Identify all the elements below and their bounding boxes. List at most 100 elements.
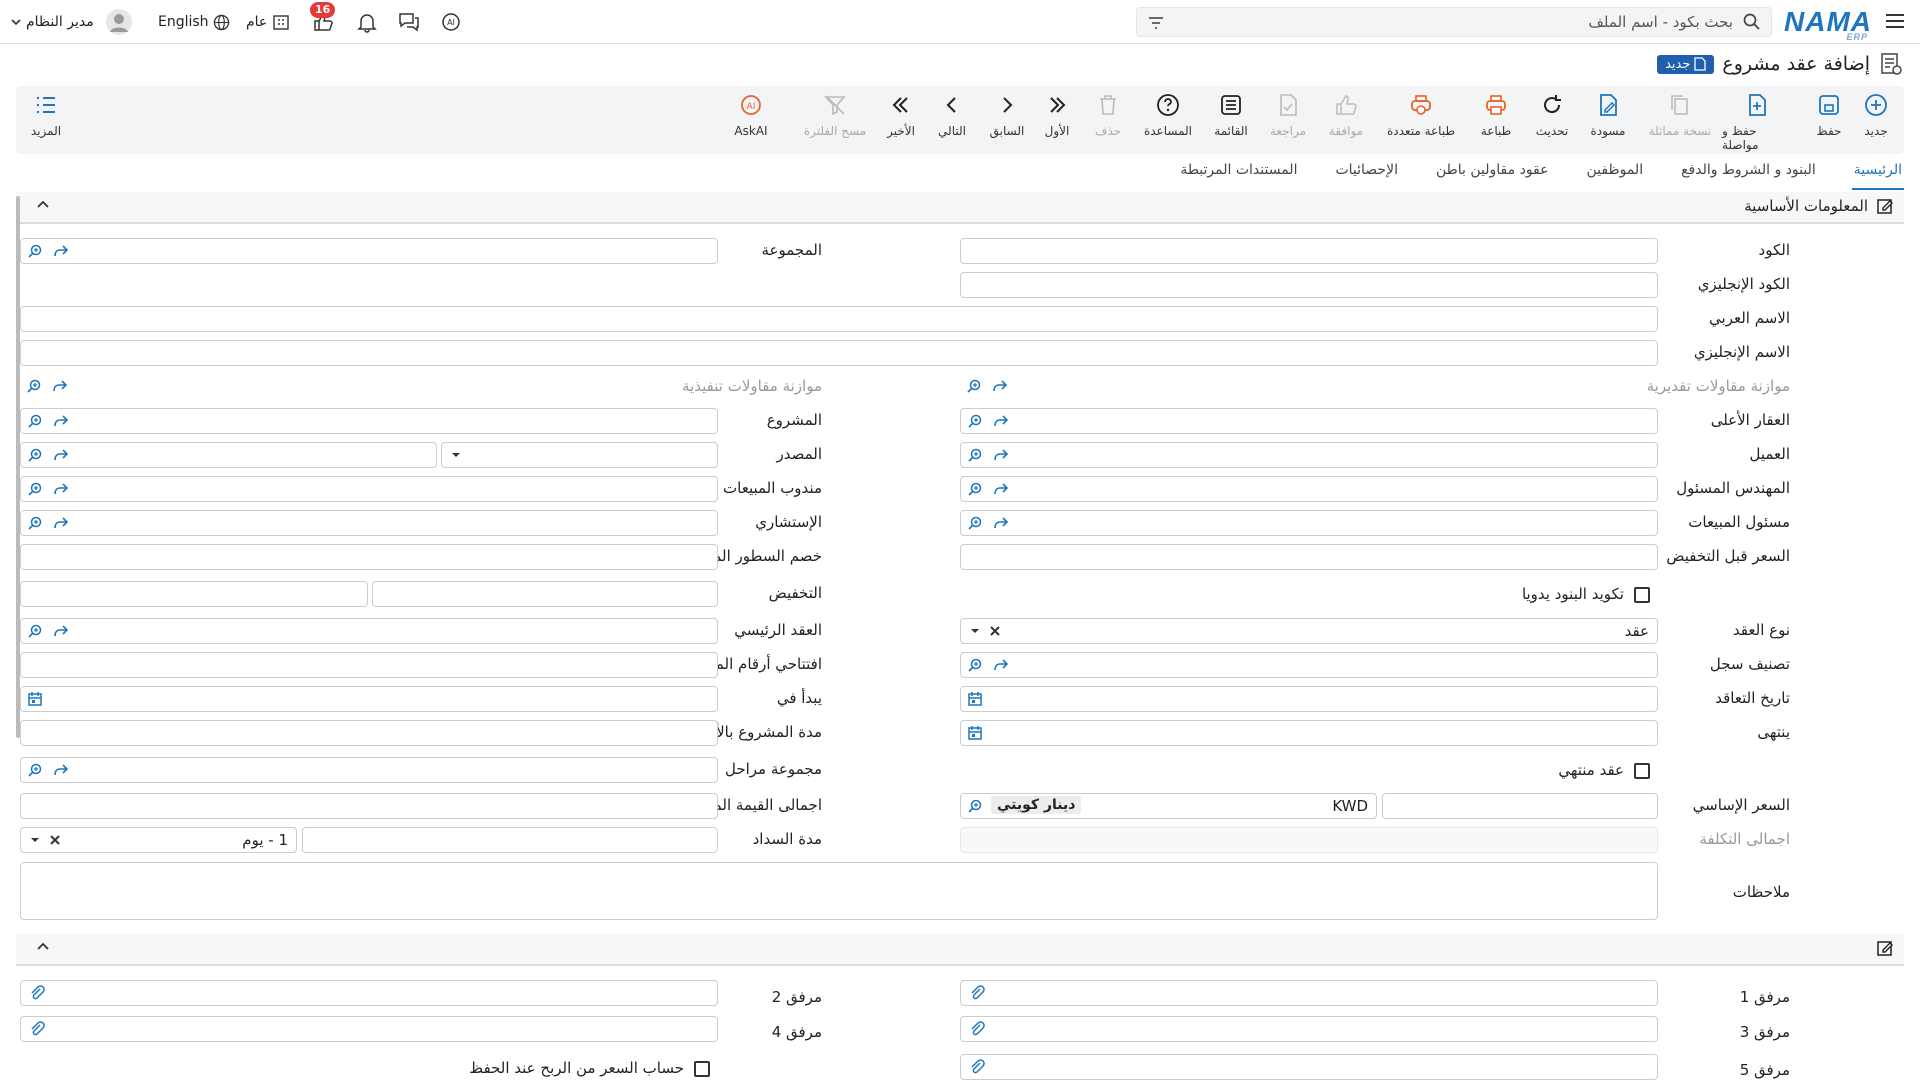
open-link-icon[interactable]: [992, 378, 1008, 394]
estimated-budget-input[interactable]: [960, 374, 1658, 400]
clear-icon[interactable]: [987, 623, 1003, 639]
group-input[interactable]: [20, 238, 718, 264]
calc-price-checkbox[interactable]: [694, 1061, 710, 1077]
consultant-input[interactable]: [20, 510, 718, 536]
source-select[interactable]: [441, 442, 718, 468]
lookup-icon[interactable]: [27, 762, 43, 778]
duplicate-button[interactable]: نسخة مماثلة: [1645, 92, 1715, 138]
askai-button[interactable]: AI AskAI: [716, 92, 786, 138]
calendar-icon[interactable]: [967, 691, 983, 707]
tab-main[interactable]: الرئيسية: [1851, 158, 1905, 190]
open-link-icon[interactable]: [993, 515, 1009, 531]
notifications-button[interactable]: [356, 10, 378, 34]
duration-days-input[interactable]: [20, 720, 718, 746]
open-link-icon[interactable]: [53, 481, 69, 497]
lookup-icon[interactable]: [967, 798, 983, 814]
lookup-icon[interactable]: [967, 447, 983, 463]
open-link-icon[interactable]: [53, 762, 69, 778]
paperclip-icon[interactable]: [969, 985, 985, 1001]
paperclip-icon[interactable]: [969, 1059, 985, 1075]
messages-button[interactable]: [398, 10, 420, 34]
tab-subcontracts[interactable]: عقود مقاولين باطن: [1434, 158, 1551, 188]
notes-textarea[interactable]: [20, 862, 1658, 920]
attachment-2-input[interactable]: [20, 980, 718, 1006]
code-input[interactable]: [960, 238, 1658, 264]
lookup-icon[interactable]: [26, 378, 42, 394]
open-link-icon[interactable]: [53, 243, 69, 259]
paperclip-icon[interactable]: [29, 1021, 45, 1037]
attachment-5-input[interactable]: [960, 1054, 1658, 1080]
print-button[interactable]: طباعة: [1461, 92, 1531, 138]
global-search[interactable]: بحث بكود - اسم الملف: [1136, 7, 1772, 37]
discount-value-input[interactable]: [20, 581, 368, 607]
open-link-icon[interactable]: [52, 378, 68, 394]
project-input[interactable]: [20, 408, 718, 434]
company-switch[interactable]: عام: [246, 10, 291, 34]
open-link-icon[interactable]: [53, 515, 69, 531]
lookup-icon[interactable]: [27, 243, 43, 259]
open-link-icon[interactable]: [53, 623, 69, 639]
price-before-discount-input[interactable]: [960, 544, 1658, 570]
tab-related-docs[interactable]: المستندات المرتبطة: [1178, 158, 1299, 188]
main-contract-input[interactable]: [20, 618, 718, 644]
english-code-input[interactable]: [960, 272, 1658, 298]
lookup-icon[interactable]: [27, 623, 43, 639]
attachment-1-input[interactable]: [960, 980, 1658, 1006]
unified-discount-input[interactable]: [20, 544, 718, 570]
exec-budget-input[interactable]: [20, 374, 718, 400]
tab-statistics[interactable]: الإحصائيات: [1333, 158, 1400, 188]
sales-rep-input[interactable]: [20, 476, 718, 502]
lookup-icon[interactable]: [27, 447, 43, 463]
lookup-icon[interactable]: [966, 378, 982, 394]
payment-period-select[interactable]: 1 - يوم: [20, 827, 297, 853]
record-class-input[interactable]: [960, 652, 1658, 678]
open-link-icon[interactable]: [53, 447, 69, 463]
currency-select[interactable]: KWD دينار كويتي: [960, 793, 1377, 819]
discount-percent-input[interactable]: [372, 581, 718, 607]
lookup-icon[interactable]: [967, 413, 983, 429]
paperclip-icon[interactable]: [969, 1021, 985, 1037]
open-link-icon[interactable]: [993, 481, 1009, 497]
clear-filter-button[interactable]: مسح الفلترة: [800, 92, 870, 138]
nama-logo[interactable]: NAMA ERP: [1784, 6, 1872, 42]
approvals-button[interactable]: 16: [310, 2, 336, 34]
lookup-icon[interactable]: [967, 481, 983, 497]
sales-officer-input[interactable]: [960, 510, 1658, 536]
multi-print-button[interactable]: طباعة متعددة: [1386, 92, 1456, 138]
dropdown-caret-icon[interactable]: [448, 447, 464, 463]
paperclip-icon[interactable]: [29, 985, 45, 1001]
open-link-icon[interactable]: [993, 413, 1009, 429]
open-link-icon[interactable]: [993, 447, 1009, 463]
last-button[interactable]: الأخير: [866, 92, 936, 138]
chevron-up-icon[interactable]: [36, 940, 50, 954]
user-menu[interactable]: مدير النظام: [10, 9, 132, 35]
language-switch[interactable]: English: [158, 10, 230, 34]
clear-icon[interactable]: [47, 832, 63, 848]
english-name-input[interactable]: [20, 340, 1658, 366]
more-button[interactable]: المزيد: [11, 92, 81, 138]
attachments-section-header[interactable]: [16, 934, 1904, 966]
help-button[interactable]: المساعدة: [1133, 92, 1203, 138]
manual-items-checkbox[interactable]: [1634, 587, 1650, 603]
tab-terms[interactable]: البنود و الشروط والدفع: [1679, 158, 1818, 188]
dropdown-caret-icon[interactable]: [27, 832, 43, 848]
calendar-icon[interactable]: [27, 691, 43, 707]
open-link-icon[interactable]: [993, 657, 1009, 673]
total-due-input[interactable]: [20, 793, 718, 819]
base-price-input[interactable]: [1382, 793, 1658, 819]
filter-icon[interactable]: [1147, 14, 1165, 32]
list-button[interactable]: القائمة: [1196, 92, 1266, 138]
contract-type-select[interactable]: عقد: [960, 618, 1658, 644]
open-link-icon[interactable]: [53, 413, 69, 429]
dropdown-caret-icon[interactable]: [967, 623, 983, 639]
contract-date-input[interactable]: [960, 686, 1658, 712]
ended-contract-checkbox[interactable]: [1634, 763, 1650, 779]
start-date-input[interactable]: [20, 686, 718, 712]
arabic-name-input[interactable]: [20, 306, 1658, 332]
payment-period-input[interactable]: [302, 827, 718, 853]
lookup-icon[interactable]: [27, 481, 43, 497]
lookup-icon[interactable]: [967, 515, 983, 531]
customer-input[interactable]: [960, 442, 1658, 468]
parent-property-input[interactable]: [960, 408, 1658, 434]
attachment-3-input[interactable]: [960, 1016, 1658, 1042]
